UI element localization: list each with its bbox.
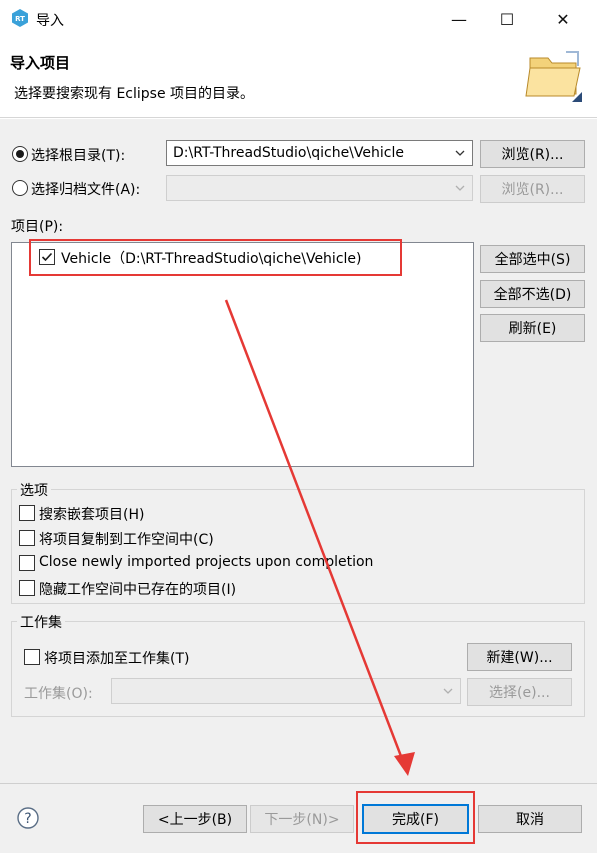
annotation-arrow [224, 299, 415, 776]
